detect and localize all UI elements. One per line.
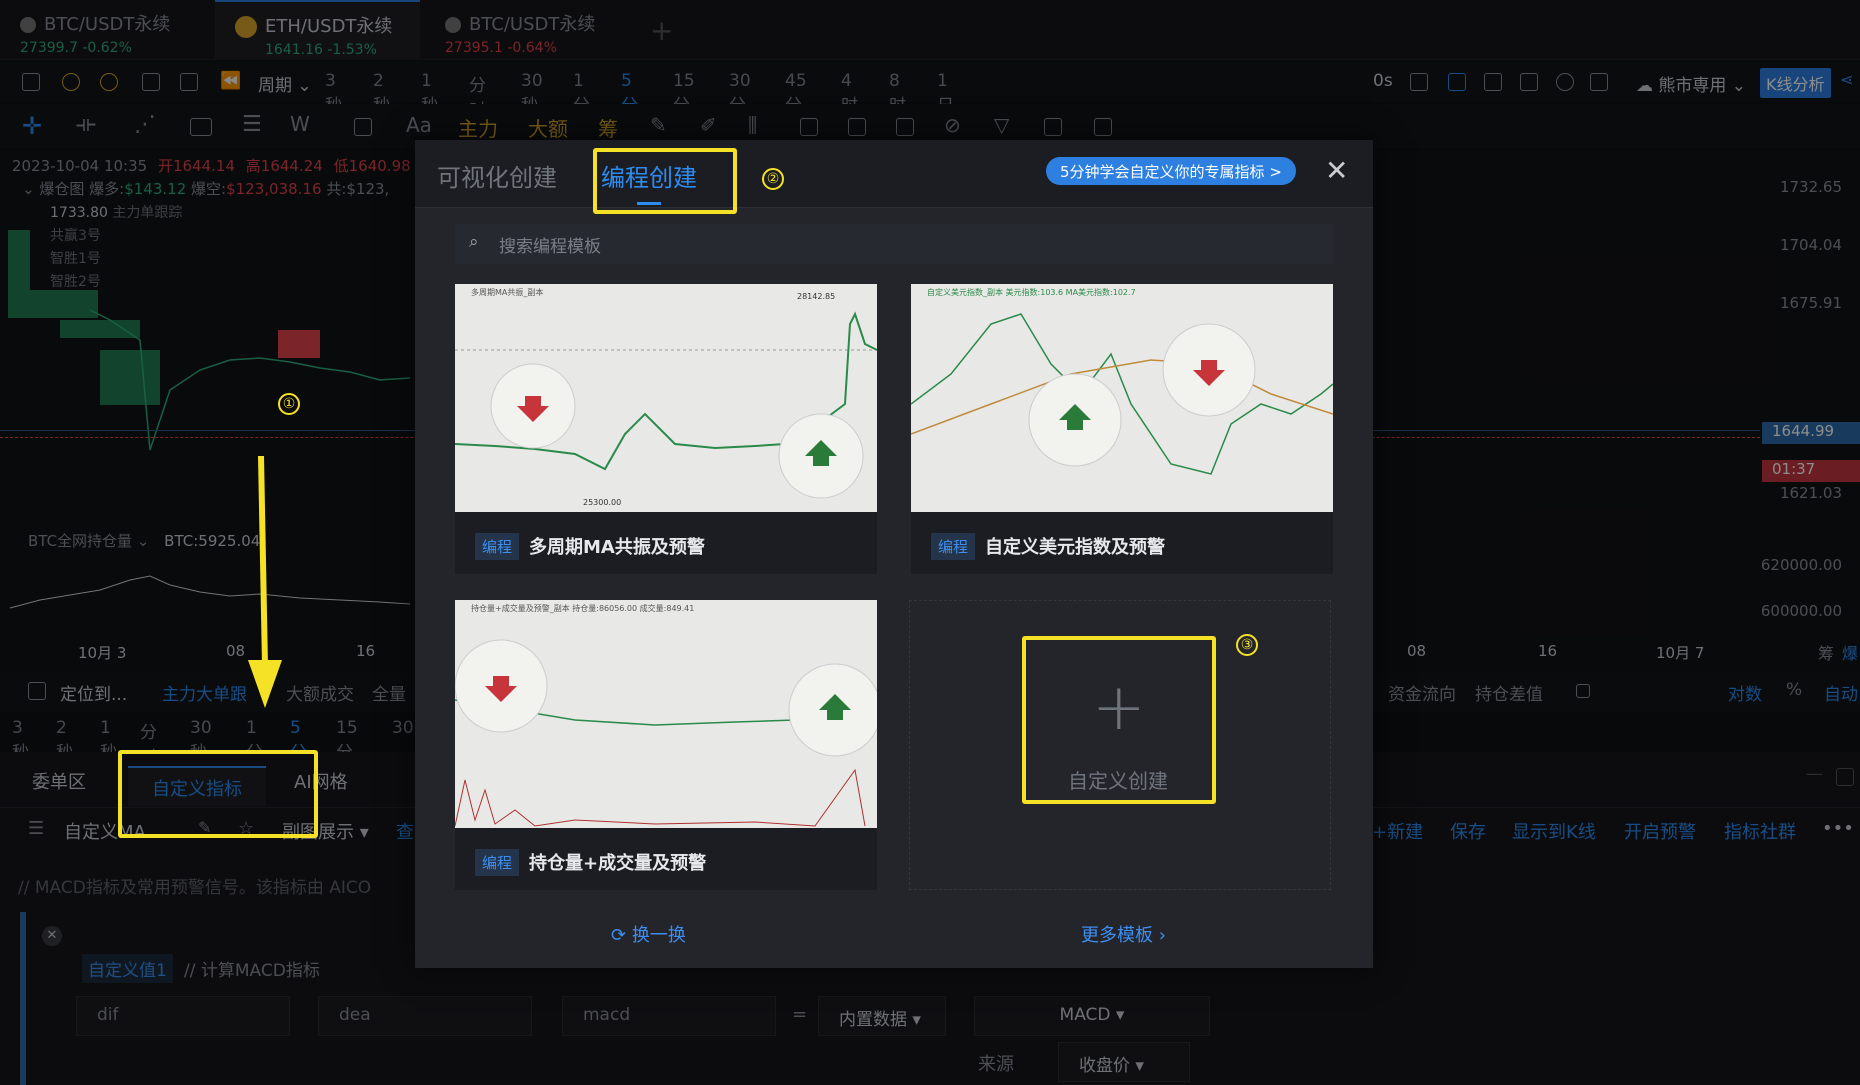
- template-tag: 编程: [475, 533, 520, 560]
- refresh-icon: ⟳: [611, 925, 627, 946]
- template-tag: 编程: [475, 849, 520, 876]
- thumb-chart: [455, 639, 877, 827]
- create-indicator-modal: 可视化创建 编程创建 5分钟学会自定义你的专属指标 > ✕ ⌕ 搜索编程模板 多…: [415, 140, 1373, 968]
- highlight-custom-indicator-tab: [118, 750, 318, 838]
- tutorial-link[interactable]: 5分钟学会自定义你的专属指标 >: [1046, 157, 1296, 185]
- thumb-chart: [455, 311, 877, 499]
- template-thumbnail: 自定义美元指数_副本 美元指数:103.6 MA美元指数:102.7: [911, 284, 1333, 512]
- template-title: 多周期MA共振及预警: [529, 537, 705, 558]
- arrow-down-icon: [248, 456, 282, 708]
- more-templates-link[interactable]: 更多模板 ›: [1081, 921, 1166, 947]
- search-icon: ⌕: [469, 232, 479, 252]
- template-thumbnail: 多周期MA共振_副本 28142.85 25300.00: [455, 284, 877, 512]
- template-tag: 编程: [931, 533, 976, 560]
- modal-header: 可视化创建 编程创建 5分钟学会自定义你的专属指标 > ✕: [415, 140, 1373, 208]
- thumb-label: 持仓量+成交量及预警_副本 持仓量:86056.00 成交量:849.41: [471, 604, 695, 613]
- highlight-custom-create: [1022, 636, 1216, 804]
- template-title: 持仓量+成交量及预警: [529, 853, 707, 874]
- template-title: 自定义美元指数及预警: [985, 537, 1165, 558]
- template-card[interactable]: 持仓量+成交量及预警_副本 持仓量:86056.00 成交量:849.41 编程…: [455, 600, 877, 890]
- template-search-input[interactable]: ⌕ 搜索编程模板: [455, 224, 1333, 264]
- template-card[interactable]: 多周期MA共振_副本 28142.85 25300.00 编程 多周期MA共振及…: [455, 284, 877, 574]
- template-thumbnail: 持仓量+成交量及预警_副本 持仓量:86056.00 成交量:849.41: [455, 600, 877, 828]
- search-placeholder: 搜索编程模板: [499, 237, 601, 257]
- close-button[interactable]: ✕: [1325, 154, 1348, 187]
- step-3-marker: ③: [1236, 634, 1258, 656]
- refresh-label: 换一换: [631, 925, 686, 946]
- step-1-marker: ①: [278, 393, 300, 415]
- thumb-high: 28142.85: [797, 292, 836, 301]
- step-2-marker: ②: [762, 168, 784, 190]
- thumb-label: 自定义美元指数_副本 美元指数:103.6 MA美元指数:102.7: [927, 288, 1136, 297]
- thumb-label: 多周期MA共振_副本: [471, 288, 544, 297]
- highlight-code-tab: [593, 148, 737, 214]
- template-card[interactable]: 自定义美元指数_副本 美元指数:103.6 MA美元指数:102.7 编程 自定…: [911, 284, 1333, 574]
- thumb-chart: [911, 313, 1333, 475]
- thumb-low: 25300.00: [583, 498, 622, 507]
- refresh-button[interactable]: ⟳ 换一换: [611, 921, 686, 947]
- tab-visual-create[interactable]: 可视化创建: [437, 158, 557, 193]
- more-templates-label: 更多模板: [1081, 925, 1153, 946]
